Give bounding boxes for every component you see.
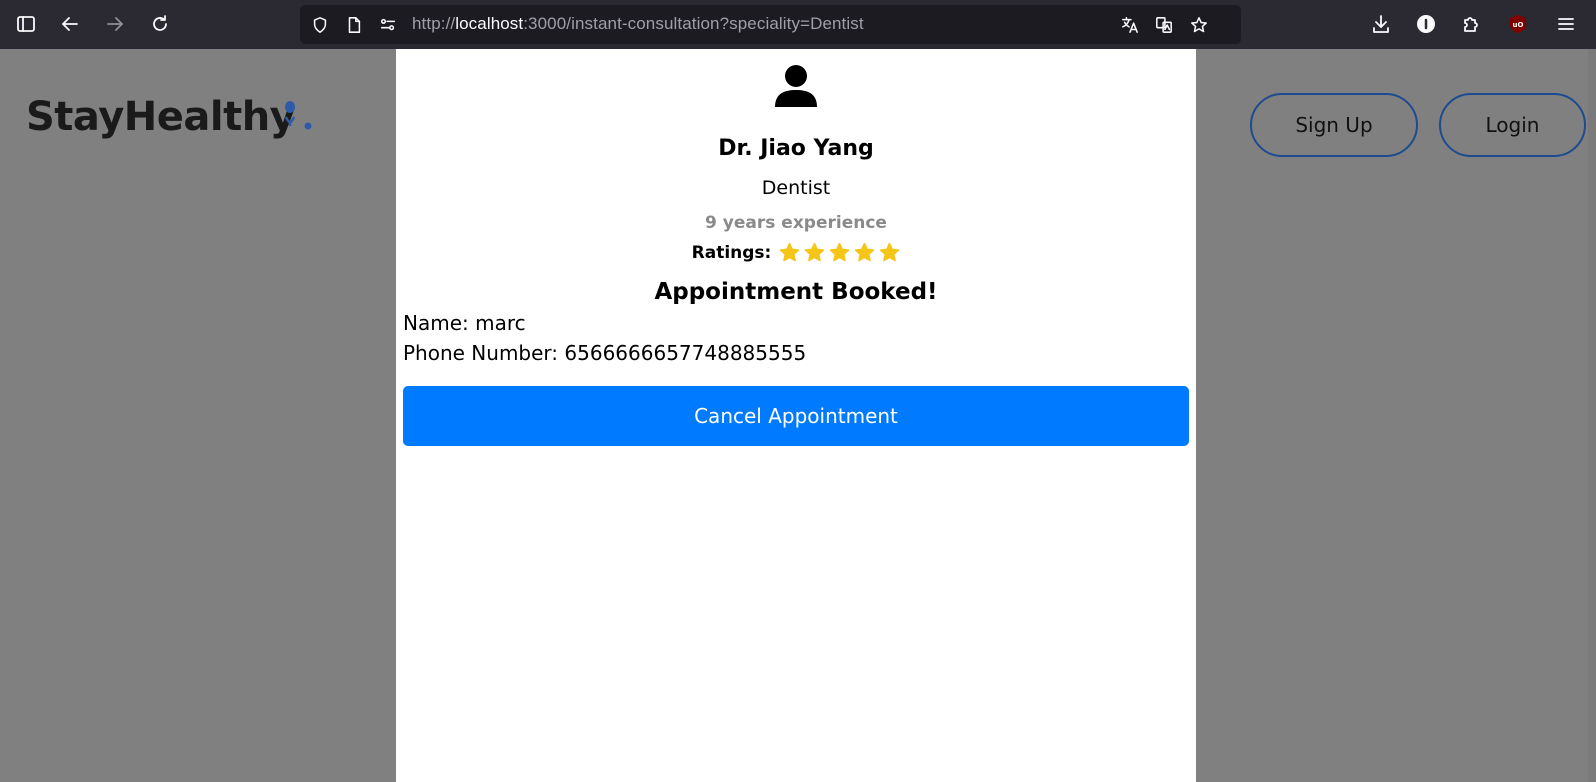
user-avatar-icon [775, 65, 817, 107]
star-icon [805, 242, 825, 262]
url-path: :3000/instant-consultation?speciality=De… [523, 14, 864, 33]
rating-stars [779, 242, 900, 263]
svg-text:uO: uO [1513, 21, 1524, 29]
cancel-appointment-button[interactable]: Cancel Appointment [403, 386, 1189, 446]
ublock-origin-icon[interactable]: uO [1503, 9, 1533, 39]
forward-icon[interactable] [100, 9, 130, 39]
appointment-modal: Dr. Jiao Yang Dentist 9 years experience… [396, 49, 1196, 782]
url-text[interactable]: http://localhost:3000/instant-consultati… [412, 14, 864, 34]
star-icon [780, 242, 800, 262]
sidebar-toggle-icon[interactable] [11, 9, 41, 39]
patient-phone: Phone Number: 6566666657748885555 [403, 341, 807, 365]
doctor-experience: 9 years experience [705, 213, 887, 233]
doctor-speciality: Dentist [761, 177, 831, 199]
extension-info-icon[interactable] [1411, 9, 1441, 39]
reload-icon[interactable] [145, 9, 175, 39]
url-host: localhost [455, 14, 524, 33]
doctor-name: Dr. Jiao Yang [718, 136, 874, 161]
page-icon[interactable] [344, 15, 364, 35]
shield-icon[interactable] [310, 15, 330, 35]
browser-toolbar: http://localhost:3000/instant-consultati… [0, 0, 1596, 49]
ratings-label: Ratings: [691, 242, 772, 263]
signup-button[interactable]: Sign Up [1250, 93, 1418, 157]
patient-name: Name: marc [403, 311, 526, 335]
scrollbar[interactable] [1588, 49, 1596, 782]
stethoscope-logo-icon [284, 101, 312, 130]
booking-confirmation-heading: Appointment Booked! [654, 279, 938, 305]
extensions-puzzle-icon[interactable] [1456, 9, 1486, 39]
permissions-icon[interactable] [378, 15, 398, 35]
translate-icon[interactable] [1120, 15, 1140, 35]
star-icon [855, 242, 875, 262]
back-icon[interactable] [55, 9, 85, 39]
reader-translate-icon[interactable] [1154, 15, 1174, 35]
downloads-icon[interactable] [1366, 9, 1396, 39]
site-logo[interactable]: StayHealthy [26, 94, 296, 140]
app-menu-icon[interactable] [1551, 9, 1581, 39]
bookmark-star-icon[interactable] [1189, 15, 1209, 35]
url-bar[interactable]: http://localhost:3000/instant-consultati… [300, 5, 1241, 44]
login-button[interactable]: Login [1439, 93, 1586, 157]
url-scheme: http:// [412, 14, 456, 33]
star-icon [880, 242, 900, 262]
star-icon [830, 242, 850, 262]
doctor-ratings: Ratings: [396, 242, 1196, 263]
